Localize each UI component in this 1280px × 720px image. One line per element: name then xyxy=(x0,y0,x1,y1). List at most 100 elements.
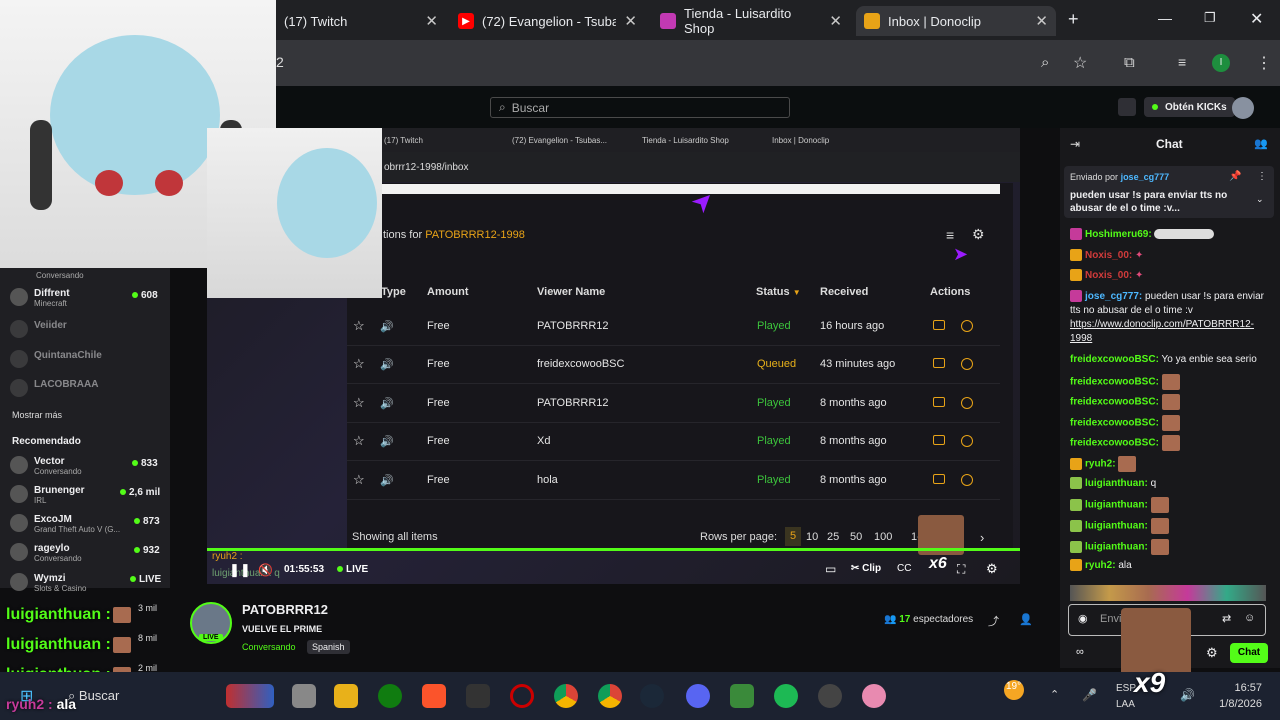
table-row[interactable]: ☆ 🔊 Free hola Played 8 months ago xyxy=(347,462,1000,500)
xbox-icon[interactable] xyxy=(378,684,402,708)
close-icon[interactable]: ✕ xyxy=(425,12,438,30)
sidebar-item-wymzi[interactable]: Wymzi Slots & Casino xyxy=(10,573,86,593)
minimize-icon[interactable]: — xyxy=(1158,10,1172,26)
col-status[interactable]: Status ▼ xyxy=(756,286,801,298)
pin-icon[interactable]: 📌 xyxy=(1229,171,1241,182)
close-icon[interactable]: ✕ xyxy=(1035,12,1048,30)
tab-twitch[interactable]: (17) Twitch ✕ xyxy=(276,6,446,36)
language-tag[interactable]: Spanish xyxy=(307,640,350,654)
search-input[interactable]: ⌕ Buscar xyxy=(490,97,790,118)
star-icon[interactable]: ☆ xyxy=(353,472,365,488)
follow-icon[interactable]: 👤 xyxy=(1019,613,1033,626)
clip-button[interactable]: ✂ Clip xyxy=(851,563,881,574)
pause-icon[interactable]: ❚❚ xyxy=(229,562,251,578)
play-icon[interactable] xyxy=(961,320,973,332)
clock-time[interactable]: 16:57 xyxy=(1226,682,1262,694)
obs-icon[interactable] xyxy=(818,684,842,708)
rows-option[interactable]: 50 xyxy=(850,531,862,543)
settings-sliders-icon[interactable]: ⚙ xyxy=(972,226,985,243)
edit-icon[interactable] xyxy=(933,358,945,368)
mute-icon[interactable]: 🔇 xyxy=(258,563,273,577)
users-icon[interactable]: 👥 xyxy=(1254,137,1268,150)
new-tab-button[interactable]: + xyxy=(1068,9,1079,30)
star-icon[interactable]: ☆ xyxy=(353,318,365,334)
close-window-icon[interactable]: ✕ xyxy=(1250,9,1263,29)
filter-icon[interactable]: ≡ xyxy=(946,227,954,243)
record-icon[interactable]: ◉ xyxy=(1078,612,1088,625)
translate-icon[interactable]: ⇄ xyxy=(1222,612,1231,625)
mic-icon[interactable]: 🎤 xyxy=(1082,688,1097,702)
close-icon[interactable]: ✕ xyxy=(624,12,637,30)
play-icon[interactable] xyxy=(961,397,973,409)
rows-option[interactable]: 10 xyxy=(806,531,818,543)
collapse-chat-icon[interactable]: ⇥ xyxy=(1070,137,1080,151)
sidebar-item-diffrent[interactable]: Diffrent Minecraft xyxy=(10,288,70,308)
spotify-icon[interactable] xyxy=(774,684,798,708)
lang-indicator[interactable]: LAA xyxy=(1116,699,1135,710)
taskbar-app-icon[interactable] xyxy=(226,684,274,708)
progress-bar[interactable] xyxy=(207,548,1020,551)
settings-icon[interactable]: ⚙ xyxy=(986,561,998,577)
table-row[interactable]: ☆ 🔊 Free PATOBRRR12 Played 16 hours ago xyxy=(347,308,1000,346)
epic-icon[interactable] xyxy=(466,684,490,708)
brave-icon[interactable] xyxy=(422,684,446,708)
edit-icon[interactable] xyxy=(933,397,945,407)
profile-icon[interactable]: I xyxy=(1212,54,1230,72)
taskbar-app-icon[interactable] xyxy=(292,684,316,708)
volume-icon[interactable]: 🔊 xyxy=(1180,688,1195,702)
stream-category[interactable]: Conversando xyxy=(242,642,296,652)
sidebar-item-vector[interactable]: Vector Conversando xyxy=(10,456,82,476)
zoom-icon[interactable]: ⌕ xyxy=(1041,54,1049,71)
captions-icon[interactable]: CC xyxy=(897,563,911,574)
sidebar-item-excojm[interactable]: ExcoJM Grand Theft Auto V (G... xyxy=(10,514,120,534)
send-chat-button[interactable]: Chat xyxy=(1230,643,1268,663)
rows-option[interactable]: 100 xyxy=(874,531,892,543)
discord-icon[interactable] xyxy=(686,684,710,708)
table-row[interactable]: ☆ 🔊 Free PATOBRRR12 Played 8 months ago xyxy=(347,385,1000,423)
share-icon[interactable]: ⤴ xyxy=(988,613,999,629)
lang-indicator[interactable]: ESP xyxy=(1116,683,1136,694)
play-icon[interactable] xyxy=(961,435,973,447)
edit-icon[interactable] xyxy=(933,435,945,445)
star-icon[interactable]: ☆ xyxy=(353,433,365,449)
table-row[interactable]: ☆ 🔊 Free Xd Played 8 months ago xyxy=(347,423,1000,461)
emoji-icon[interactable]: ☺ xyxy=(1244,612,1255,624)
user-avatar[interactable] xyxy=(1232,97,1254,119)
sidebar-item-lacobraaa[interactable]: LACOBRAAA xyxy=(10,379,98,397)
more-icon[interactable]: ⋮ xyxy=(1257,171,1267,182)
folder-icon[interactable] xyxy=(334,684,358,708)
sidebar-item-brunenger[interactable]: Brunenger IRL xyxy=(10,485,85,505)
clock-date[interactable]: 1/8/2026 xyxy=(1210,698,1262,710)
star-icon[interactable]: ☆ xyxy=(353,395,365,411)
chrome-icon[interactable] xyxy=(598,684,622,708)
pip-icon[interactable]: ▭ xyxy=(825,562,836,576)
sidebar-item-quintanachile[interactable]: QuintanaChile xyxy=(10,350,102,368)
close-icon[interactable]: ✕ xyxy=(829,12,842,30)
opera-icon[interactable] xyxy=(510,684,534,708)
menu-icon[interactable]: ⋮ xyxy=(1256,53,1272,73)
chrome-icon[interactable] xyxy=(554,684,578,708)
sidebar-item-veiider[interactable]: Veiider xyxy=(10,320,67,338)
library-icon[interactable] xyxy=(1118,98,1136,116)
emote-bar[interactable] xyxy=(1070,585,1266,601)
edit-icon[interactable] xyxy=(933,474,945,484)
media-icon[interactable]: ≡ xyxy=(1178,54,1186,70)
settings-icon[interactable]: ⚙ xyxy=(1206,645,1218,661)
sidebar-item-rageylo[interactable]: rageylo Conversando xyxy=(10,543,82,563)
steam-icon[interactable] xyxy=(640,684,664,708)
extensions-icon[interactable]: ⧉ xyxy=(1124,54,1135,71)
rows-option[interactable]: 5 xyxy=(785,527,801,546)
infinity-icon[interactable]: ∞ xyxy=(1076,646,1084,658)
kicks-button[interactable]: Obtén KICKs xyxy=(1144,97,1235,117)
minecraft-icon[interactable] xyxy=(730,684,754,708)
chevron-up-icon[interactable]: ⌃ xyxy=(1050,688,1059,701)
chat-link[interactable]: https://www.donoclip.com/PATOBRRR12-1998 xyxy=(1070,319,1254,344)
play-icon[interactable] xyxy=(961,474,973,486)
star-icon[interactable]: ☆ xyxy=(353,356,365,372)
rows-option[interactable]: 25 xyxy=(827,531,839,543)
chevron-down-icon[interactable]: ⌄ xyxy=(1256,194,1264,205)
next-page-icon[interactable]: › xyxy=(980,530,984,545)
show-more-link[interactable]: Mostrar más xyxy=(12,410,62,420)
fullscreen-icon[interactable]: ⛶ xyxy=(957,562,965,577)
play-icon[interactable] xyxy=(961,358,973,370)
